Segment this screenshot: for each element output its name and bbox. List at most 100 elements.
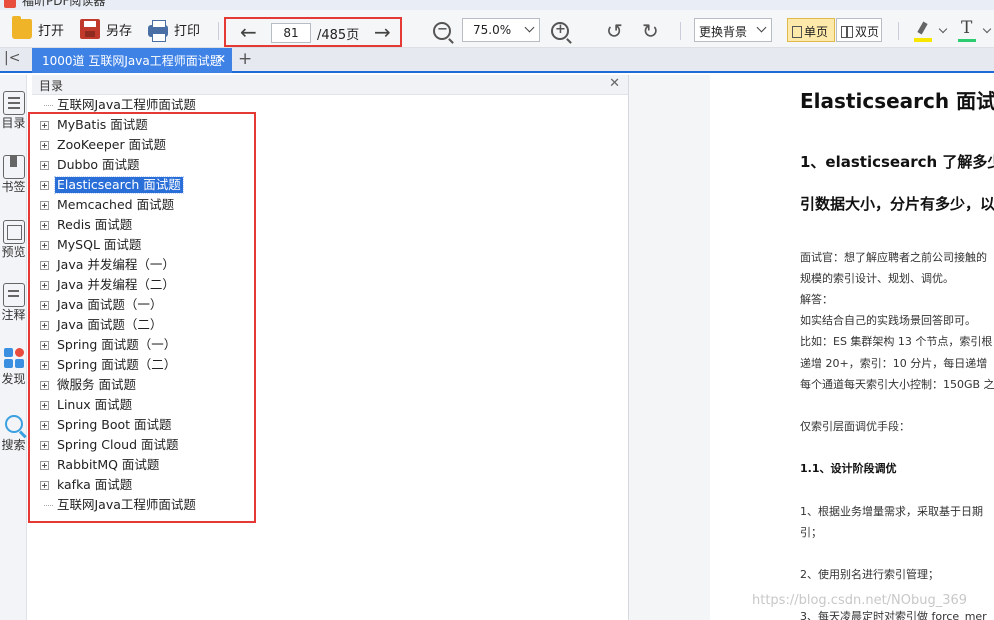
outline-item-label: Spring Boot 面试题 xyxy=(57,417,172,432)
tree-connector xyxy=(44,505,53,506)
expand-plus-icon[interactable] xyxy=(40,241,49,250)
outline-item[interactable]: Java 并发编程（二） xyxy=(32,276,592,294)
panel-divider[interactable] xyxy=(629,75,710,620)
rail-item-annotation[interactable]: 注释 xyxy=(0,283,27,323)
expand-plus-icon[interactable] xyxy=(40,461,49,470)
expand-plus-icon[interactable] xyxy=(40,261,49,270)
outline-item[interactable]: Spring Boot 面试题 xyxy=(32,416,592,434)
close-panel-icon[interactable]: ✕ xyxy=(609,76,620,91)
paragraph-line: 规模的索引设计、规划、调优。 xyxy=(800,272,954,285)
close-tab-icon[interactable]: ✕ xyxy=(216,52,226,66)
rail-item-label: 注释 xyxy=(1,308,26,322)
add-tab-icon[interactable]: + xyxy=(238,49,252,69)
outline-item-label: Java 面试题（二） xyxy=(57,317,163,332)
rail-item-bookmark[interactable]: 书签 xyxy=(0,155,27,195)
double-page-button[interactable]: 双页 xyxy=(836,18,882,42)
open-label: 打开 xyxy=(38,23,65,39)
expand-plus-icon[interactable] xyxy=(40,381,49,390)
save-as-button[interactable]: 另存 xyxy=(80,18,132,40)
document-tab[interactable]: 1000道 互联网Java工程师面试题 ✕ xyxy=(32,48,232,73)
expand-plus-icon[interactable] xyxy=(40,341,49,350)
outline-item[interactable]: Redis 面试题 xyxy=(32,216,592,234)
outline-item[interactable]: Elasticsearch 面试题 xyxy=(32,176,592,194)
outline-item[interactable]: Spring Cloud 面试题 xyxy=(32,436,592,454)
expand-plus-icon[interactable] xyxy=(40,481,49,490)
paragraph-line: 引； xyxy=(800,526,822,539)
outline-item[interactable]: 微服务 面试题 xyxy=(32,376,592,394)
annotation-icon xyxy=(2,283,25,307)
search-icon xyxy=(4,415,23,433)
side-rail: 目录 书签 预览 注释 发现 搜索 xyxy=(0,75,27,620)
outline-item[interactable]: Memcached 面试题 xyxy=(32,196,592,214)
panel-title: 目录 xyxy=(39,79,64,93)
next-page-arrow-icon[interactable]: → xyxy=(374,21,391,43)
expand-plus-icon[interactable] xyxy=(40,361,49,370)
rotate-left-icon[interactable]: ↺ xyxy=(606,19,623,43)
expand-plus-icon[interactable] xyxy=(40,121,49,130)
rail-item-outline[interactable]: 目录 xyxy=(0,91,27,131)
expand-plus-icon[interactable] xyxy=(40,141,49,150)
toolbar-divider xyxy=(898,22,899,40)
expand-plus-icon[interactable] xyxy=(40,181,49,190)
outline-item[interactable]: Linux 面试题 xyxy=(32,396,592,414)
background-select[interactable]: 更换背景 xyxy=(694,18,772,42)
text-color-icon[interactable]: T xyxy=(958,18,978,42)
paragraph-line: 面试官：想了解应聘者之前公司接触的 xyxy=(800,251,987,264)
expand-plus-icon[interactable] xyxy=(40,401,49,410)
paragraph-line: 2、使用别名进行索引管理； xyxy=(800,568,939,581)
folder-open-icon xyxy=(12,16,32,39)
toolbar-divider xyxy=(218,22,219,40)
expand-plus-icon[interactable] xyxy=(40,161,49,170)
text-color-dropdown-icon[interactable] xyxy=(982,24,992,34)
toolbar: 打开 另存 打印 ← 81 /485页 → − 75.0% + ↺ ↻ 更换背景… xyxy=(0,10,994,48)
expand-plus-icon[interactable] xyxy=(40,301,49,310)
outline-item[interactable]: MySQL 面试题 xyxy=(32,236,592,254)
outline-item[interactable]: RabbitMQ 面试题 xyxy=(32,456,592,474)
outline-item[interactable]: Java 并发编程（一） xyxy=(32,256,592,274)
print-label: 打印 xyxy=(174,23,201,39)
single-page-icon xyxy=(792,26,802,38)
rail-item-label: 书签 xyxy=(1,180,26,194)
outline-item[interactable]: Spring 面试题（一） xyxy=(32,336,592,354)
outline-item[interactable]: 互联网Java工程师面试题 xyxy=(32,496,592,514)
single-page-button[interactable]: 单页 xyxy=(787,18,835,42)
rail-item-label: 预览 xyxy=(1,245,26,259)
preview-icon xyxy=(2,220,25,244)
app-logo-icon xyxy=(4,0,16,8)
prev-page-arrow-icon[interactable]: ← xyxy=(240,21,257,43)
collapse-sidebar-icon[interactable]: |< xyxy=(4,50,20,66)
highlighter-dropdown-icon[interactable] xyxy=(938,24,948,34)
expand-plus-icon[interactable] xyxy=(40,441,49,450)
expand-plus-icon[interactable] xyxy=(40,201,49,210)
outline-item[interactable]: 互联网Java工程师面试题 xyxy=(32,96,592,114)
answer-label: 解答： xyxy=(800,293,833,306)
outline-item[interactable]: Java 面试题（二） xyxy=(32,316,592,334)
background-label: 更换背景 xyxy=(699,25,748,39)
rail-item-preview[interactable]: 预览 xyxy=(0,220,27,260)
print-button[interactable]: 打印 xyxy=(148,18,201,42)
highlighter-icon[interactable] xyxy=(914,22,934,42)
outline-item[interactable]: Java 面试题（一） xyxy=(32,296,592,314)
outline-item[interactable]: Spring 面试题（二） xyxy=(32,356,592,374)
zoom-in-icon[interactable]: + xyxy=(551,22,569,40)
paragraph-line: 1、根据业务增量需求，采取基于日期 xyxy=(800,505,983,518)
rail-item-label: 搜索 xyxy=(1,438,26,452)
rail-item-search[interactable]: 搜索 xyxy=(0,413,27,453)
watermark: https://blog.csdn.net/NObug_369 xyxy=(752,593,968,608)
outline-item[interactable]: ZooKeeper 面试题 xyxy=(32,136,592,154)
outline-item[interactable]: kafka 面试题 xyxy=(32,476,592,494)
expand-plus-icon[interactable] xyxy=(40,421,49,430)
outline-item[interactable]: Dubbo 面试题 xyxy=(32,156,592,174)
open-button[interactable]: 打开 xyxy=(12,16,65,40)
zoom-out-icon[interactable]: − xyxy=(433,22,451,40)
zoom-select[interactable]: 75.0% xyxy=(462,18,540,42)
paragraph-line: 仅索引层面调优手段： xyxy=(800,420,910,433)
outline-item[interactable]: MyBatis 面试题 xyxy=(32,116,592,134)
expand-plus-icon[interactable] xyxy=(40,321,49,330)
current-page-input[interactable]: 81 xyxy=(271,23,311,43)
outline-item-label: Java 并发编程（一） xyxy=(57,257,175,272)
expand-plus-icon[interactable] xyxy=(40,281,49,290)
expand-plus-icon[interactable] xyxy=(40,221,49,230)
rail-item-discover[interactable]: 发现 xyxy=(0,347,27,387)
rotate-right-icon[interactable]: ↻ xyxy=(642,19,659,43)
